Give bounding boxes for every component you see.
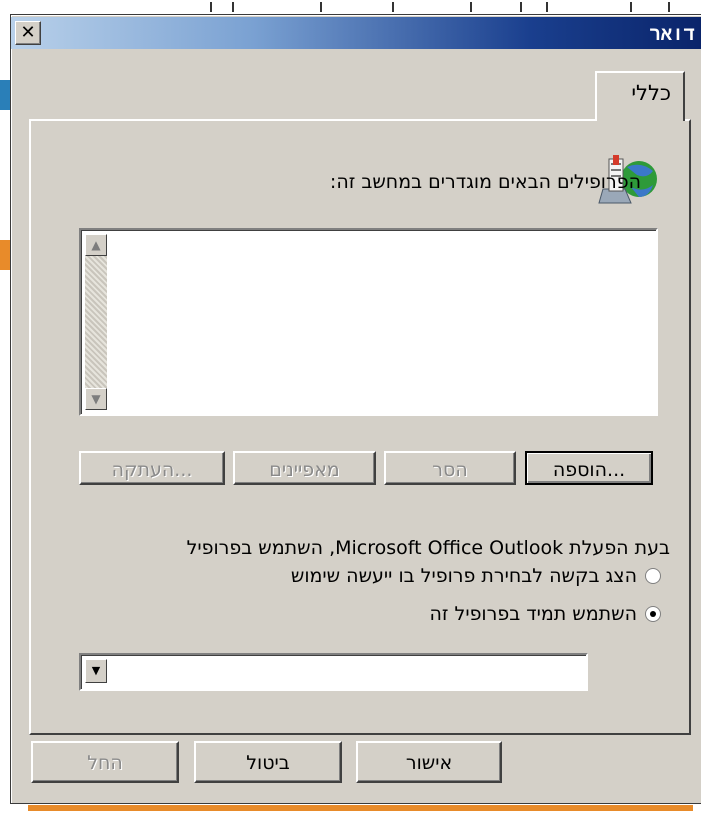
scroll-up-icon: ▲ bbox=[91, 238, 101, 252]
profiles-intro-label: הפרופילים הבאים מוגדרים במחשב זה: bbox=[329, 171, 641, 193]
properties-button[interactable]: מאפיינים bbox=[233, 451, 376, 485]
remove-profile-button[interactable]: הסר bbox=[384, 451, 516, 485]
radio-button-selected[interactable] bbox=[645, 606, 661, 622]
background-accent-line bbox=[28, 805, 693, 811]
copy-profile-button[interactable]: העתקה... bbox=[79, 451, 225, 485]
title-bar: ✕ דואר bbox=[11, 17, 701, 49]
tab-general[interactable]: כללי bbox=[595, 71, 685, 121]
apply-button[interactable]: החל bbox=[31, 741, 179, 783]
list-scrollbar[interactable]: ▲ ▼ bbox=[85, 234, 107, 410]
window-title: דואר bbox=[649, 23, 695, 45]
dropdown-button[interactable]: ▼ bbox=[85, 659, 107, 683]
profile-select[interactable]: ▼ bbox=[79, 653, 588, 691]
radio-button[interactable] bbox=[645, 568, 661, 584]
radio-label: השתמש תמיד בפרופיל זה bbox=[429, 603, 637, 625]
background-edge bbox=[0, 240, 10, 270]
scroll-down-icon: ▼ bbox=[91, 392, 101, 406]
close-icon: ✕ bbox=[20, 22, 36, 43]
mail-dialog: ✕ דואר כללי הפרופילים הבאים מוגדרים במחש… bbox=[10, 14, 701, 804]
background-edge bbox=[0, 80, 10, 110]
profile-list[interactable]: ▲ ▼ bbox=[79, 228, 658, 416]
cancel-button[interactable]: ביטול bbox=[194, 741, 342, 783]
startup-label: בעת הפעלת Microsoft Office Outlook, השתמ… bbox=[186, 537, 670, 559]
add-profile-button[interactable]: הוספה... bbox=[525, 451, 653, 485]
close-button[interactable]: ✕ bbox=[15, 21, 41, 45]
ok-button[interactable]: אישור bbox=[356, 741, 502, 783]
chevron-down-icon: ▼ bbox=[91, 664, 101, 677]
scroll-up-button[interactable]: ▲ bbox=[85, 234, 107, 256]
radio-prompt-profile[interactable]: הצג בקשה לבחירת פרופיל בו ייעשה שימוש bbox=[291, 565, 661, 587]
tab-panel bbox=[29, 119, 691, 735]
tab-label: כללי bbox=[631, 81, 671, 105]
radio-label: הצג בקשה לבחירת פרופיל בו ייעשה שימוש bbox=[290, 565, 637, 587]
radio-always-use-profile[interactable]: השתמש תמיד בפרופיל זה bbox=[429, 603, 661, 625]
scroll-down-button[interactable]: ▼ bbox=[85, 388, 107, 410]
